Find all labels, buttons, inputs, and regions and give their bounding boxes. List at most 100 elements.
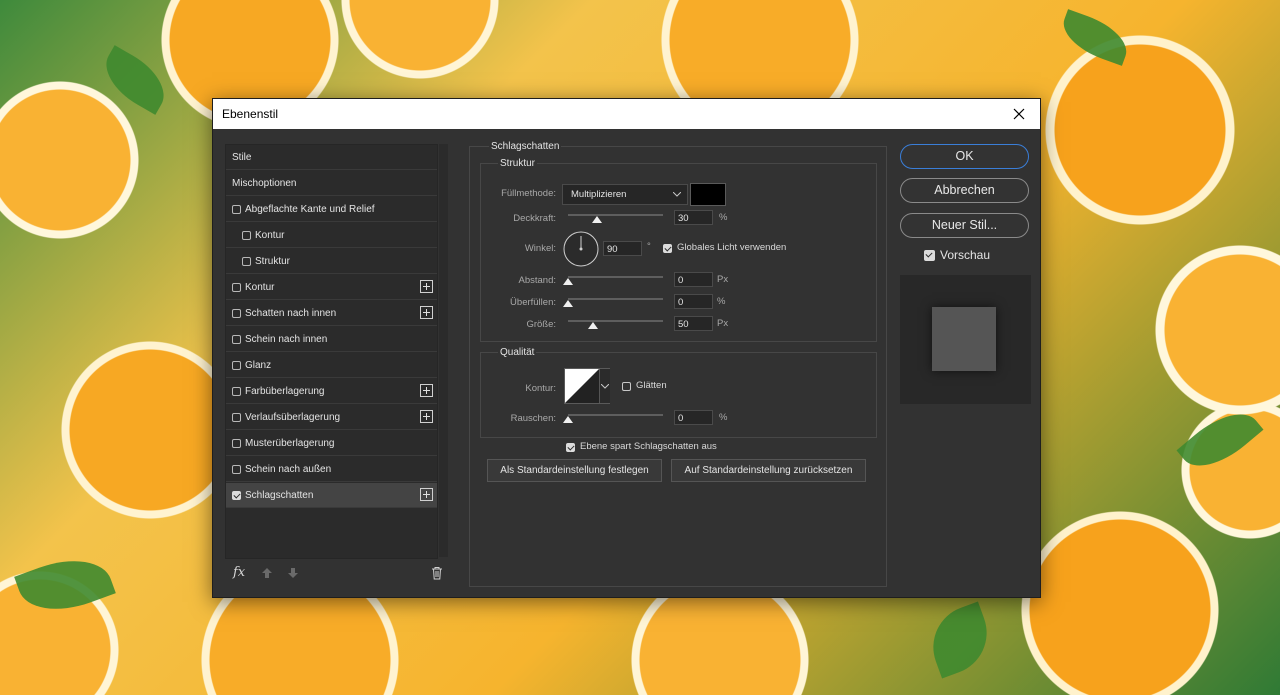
add-effect-icon[interactable] bbox=[420, 384, 433, 397]
dialog-title: Ebenenstil bbox=[222, 107, 279, 121]
style-list-toolbar: fx bbox=[225, 561, 447, 585]
style-checkbox[interactable] bbox=[232, 361, 241, 370]
style-list-item[interactable]: Kontur bbox=[226, 223, 437, 248]
glaetten-checkbox[interactable] bbox=[622, 382, 631, 391]
style-list-item[interactable]: Struktur bbox=[226, 249, 437, 274]
style-checkbox[interactable] bbox=[242, 231, 251, 240]
blend-mode-value: Multiplizieren bbox=[571, 189, 627, 200]
preview-square bbox=[932, 307, 996, 371]
distance-input[interactable]: 0 bbox=[674, 272, 713, 287]
preview-checkbox[interactable] bbox=[924, 250, 935, 261]
add-effect-icon[interactable] bbox=[420, 280, 433, 293]
add-effect-icon[interactable] bbox=[420, 410, 433, 423]
new-style-button[interactable]: Neuer Stil... bbox=[900, 213, 1029, 238]
style-list-item[interactable]: Musterüberlagerung bbox=[226, 431, 437, 456]
size-input[interactable]: 50 bbox=[674, 316, 713, 331]
style-list-item[interactable]: Glanz bbox=[226, 353, 437, 378]
close-icon bbox=[1013, 108, 1025, 120]
shadow-color-swatch[interactable] bbox=[690, 183, 726, 206]
spread-slider-thumb[interactable] bbox=[563, 300, 573, 307]
style-checkbox[interactable] bbox=[232, 465, 241, 474]
rauschen-label: Rauschen: bbox=[510, 413, 556, 424]
trash-icon[interactable] bbox=[431, 566, 443, 580]
style-list-label: Schein nach innen bbox=[245, 334, 328, 345]
struktur-group: Struktur Füllmethode: Multiplizieren Dec… bbox=[480, 158, 877, 342]
size-slider-track[interactable] bbox=[568, 320, 663, 322]
style-list-item[interactable]: Mischoptionen bbox=[226, 171, 437, 196]
ueberfuellen-label: Überfüllen: bbox=[510, 297, 556, 308]
leaf-decoration bbox=[1176, 398, 1264, 482]
blend-mode-select[interactable]: Multiplizieren bbox=[562, 184, 688, 205]
noise-unit: % bbox=[719, 412, 728, 423]
angle-unit: ° bbox=[647, 241, 651, 252]
size-slider-thumb[interactable] bbox=[588, 322, 598, 329]
chevron-down-icon bbox=[673, 192, 681, 197]
style-list-item[interactable]: Abgeflachte Kante und Relief bbox=[226, 197, 437, 222]
close-button[interactable] bbox=[1004, 99, 1034, 129]
style-checkbox[interactable] bbox=[232, 439, 241, 448]
ok-button[interactable]: OK bbox=[900, 144, 1029, 169]
title-bar: Ebenenstil bbox=[213, 99, 1040, 129]
panel-title: Schlagschatten bbox=[489, 141, 562, 152]
distance-unit: Px bbox=[717, 274, 729, 285]
leaf-decoration bbox=[94, 45, 176, 115]
deckkraft-label: Deckkraft: bbox=[513, 213, 556, 224]
style-checkbox[interactable] bbox=[232, 413, 241, 422]
noise-slider-track[interactable] bbox=[568, 414, 663, 416]
make-default-button[interactable]: Als Standardeinstellung festlegen bbox=[487, 459, 662, 482]
abstand-label: Abstand: bbox=[518, 275, 557, 286]
global-light-checkbox[interactable] bbox=[663, 244, 672, 253]
chevron-down-icon bbox=[601, 384, 609, 389]
distance-slider-thumb[interactable] bbox=[563, 278, 573, 285]
style-list-label: Schatten nach innen bbox=[245, 308, 337, 319]
spread-unit: % bbox=[717, 296, 726, 307]
angle-dial[interactable] bbox=[563, 231, 599, 267]
style-list-item[interactable]: Schein nach außen bbox=[226, 457, 437, 482]
contour-picker[interactable] bbox=[564, 368, 610, 404]
noise-input[interactable]: 0 bbox=[674, 410, 713, 425]
kontur-label: Kontur: bbox=[525, 383, 556, 394]
opacity-slider-track[interactable] bbox=[568, 214, 663, 216]
style-list-label: Struktur bbox=[255, 256, 291, 267]
add-effect-icon[interactable] bbox=[420, 306, 433, 319]
style-checkbox[interactable] bbox=[232, 309, 241, 318]
spread-slider-track[interactable] bbox=[568, 298, 663, 300]
style-checkbox[interactable] bbox=[232, 335, 241, 344]
style-list-item[interactable]: Farbüberlagerung bbox=[226, 379, 437, 404]
style-checkbox[interactable] bbox=[232, 205, 241, 214]
knockout-label: Ebene spart Schlagschatten aus bbox=[580, 441, 717, 452]
move-down-icon[interactable] bbox=[287, 567, 299, 579]
winkel-label: Winkel: bbox=[524, 243, 556, 254]
knockout-checkbox[interactable] bbox=[566, 443, 575, 452]
add-effect-icon[interactable] bbox=[420, 488, 433, 501]
style-checkbox[interactable] bbox=[232, 387, 241, 396]
style-list-scrollbar[interactable] bbox=[439, 144, 448, 557]
reset-default-button[interactable]: Auf Standardeinstellung zurücksetzen bbox=[671, 459, 866, 482]
style-list-item[interactable]: Schatten nach innen bbox=[226, 301, 437, 326]
fuellmethode-label: Füllmethode: bbox=[501, 188, 556, 199]
fx-button[interactable]: fx bbox=[233, 565, 245, 580]
qualitaet-title: Qualität bbox=[498, 347, 537, 358]
style-checkbox[interactable] bbox=[232, 491, 241, 500]
contour-preview-icon bbox=[565, 369, 599, 403]
qualitaet-group: Qualität Kontur: Glätten Rauschen: 0 % bbox=[480, 347, 877, 438]
style-list-item[interactable]: Schlagschatten bbox=[226, 483, 437, 508]
spread-input[interactable]: 0 bbox=[674, 294, 713, 309]
angle-input[interactable]: 90 bbox=[603, 241, 642, 256]
style-list-item[interactable]: Verlaufsüberlagerung bbox=[226, 405, 437, 430]
opacity-slider-thumb[interactable] bbox=[591, 216, 602, 223]
noise-slider-thumb[interactable] bbox=[563, 416, 573, 423]
style-list-label: Kontur bbox=[255, 230, 285, 241]
style-list-label: Schlagschatten bbox=[245, 490, 314, 501]
opacity-input[interactable]: 30 bbox=[674, 210, 713, 225]
move-up-icon[interactable] bbox=[261, 567, 273, 579]
distance-slider-track[interactable] bbox=[568, 276, 663, 278]
style-list-item[interactable]: Kontur bbox=[226, 275, 437, 300]
style-list-item[interactable]: Schein nach innen bbox=[226, 327, 437, 352]
cancel-button[interactable]: Abbrechen bbox=[900, 178, 1029, 203]
style-list-label: Musterüberlagerung bbox=[245, 438, 335, 449]
style-checkbox[interactable] bbox=[242, 257, 251, 266]
style-list-item[interactable]: Stile bbox=[226, 145, 437, 170]
style-checkbox[interactable] bbox=[232, 283, 241, 292]
style-list-label: Schein nach außen bbox=[245, 464, 332, 475]
